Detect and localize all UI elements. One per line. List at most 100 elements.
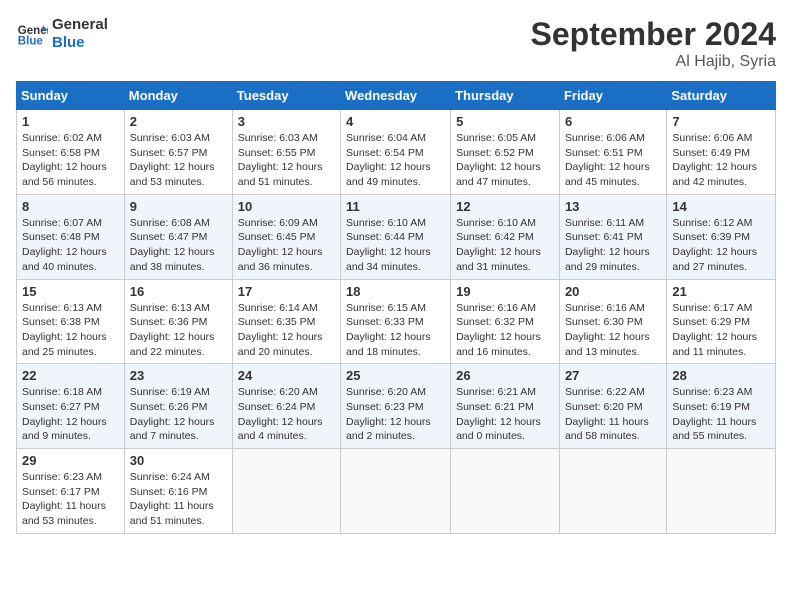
- day-number: 24: [238, 368, 335, 383]
- day-number: 14: [672, 199, 770, 214]
- calendar-cell: [341, 449, 451, 534]
- day-number: 18: [346, 284, 445, 299]
- calendar-cell: [667, 449, 776, 534]
- day-number: 25: [346, 368, 445, 383]
- day-number: 29: [22, 453, 119, 468]
- logo-icon: General Blue: [16, 18, 48, 50]
- day-info: Sunrise: 6:19 AM Sunset: 6:26 PM Dayligh…: [130, 385, 227, 444]
- week-row-2: 8 Sunrise: 6:07 AM Sunset: 6:48 PM Daylig…: [17, 194, 776, 279]
- weekday-sunday: Sunday: [17, 82, 125, 110]
- calendar-cell: 30 Sunrise: 6:24 AM Sunset: 6:16 PM Dayli…: [124, 449, 232, 534]
- day-info: Sunrise: 6:16 AM Sunset: 6:32 PM Dayligh…: [456, 301, 554, 360]
- day-info: Sunrise: 6:12 AM Sunset: 6:39 PM Dayligh…: [672, 216, 770, 275]
- day-info: Sunrise: 6:20 AM Sunset: 6:24 PM Dayligh…: [238, 385, 335, 444]
- calendar-cell: 25 Sunrise: 6:20 AM Sunset: 6:23 PM Dayli…: [341, 364, 451, 449]
- day-info: Sunrise: 6:03 AM Sunset: 6:55 PM Dayligh…: [238, 131, 335, 190]
- calendar-cell: 10 Sunrise: 6:09 AM Sunset: 6:45 PM Dayli…: [232, 194, 340, 279]
- day-number: 10: [238, 199, 335, 214]
- day-info: Sunrise: 6:14 AM Sunset: 6:35 PM Dayligh…: [238, 301, 335, 360]
- logo-blue: Blue: [52, 34, 108, 52]
- day-number: 2: [130, 114, 227, 129]
- calendar-cell: 6 Sunrise: 6:06 AM Sunset: 6:51 PM Daylig…: [559, 110, 666, 195]
- day-number: 22: [22, 368, 119, 383]
- day-info: Sunrise: 6:23 AM Sunset: 6:19 PM Dayligh…: [672, 385, 770, 444]
- calendar-cell: 27 Sunrise: 6:22 AM Sunset: 6:20 PM Dayli…: [559, 364, 666, 449]
- logo: General Blue General Blue: [16, 16, 108, 52]
- day-number: 15: [22, 284, 119, 299]
- weekday-thursday: Thursday: [451, 82, 560, 110]
- calendar-cell: 21 Sunrise: 6:17 AM Sunset: 6:29 PM Dayli…: [667, 279, 776, 364]
- day-number: 11: [346, 199, 445, 214]
- day-info: Sunrise: 6:20 AM Sunset: 6:23 PM Dayligh…: [346, 385, 445, 444]
- day-number: 16: [130, 284, 227, 299]
- day-number: 27: [565, 368, 661, 383]
- day-number: 7: [672, 114, 770, 129]
- calendar-body: 1 Sunrise: 6:02 AM Sunset: 6:58 PM Daylig…: [17, 110, 776, 534]
- day-info: Sunrise: 6:17 AM Sunset: 6:29 PM Dayligh…: [672, 301, 770, 360]
- calendar-cell: 16 Sunrise: 6:13 AM Sunset: 6:36 PM Dayli…: [124, 279, 232, 364]
- day-number: 9: [130, 199, 227, 214]
- calendar-cell: 7Sunrise: 6:06 AM Sunset: 6:49 PM Daylig…: [667, 110, 776, 195]
- day-number: 1: [22, 114, 119, 129]
- calendar-cell: 18 Sunrise: 6:15 AM Sunset: 6:33 PM Dayli…: [341, 279, 451, 364]
- calendar-cell: [559, 449, 666, 534]
- calendar-cell: 22 Sunrise: 6:18 AM Sunset: 6:27 PM Dayli…: [17, 364, 125, 449]
- day-number: 13: [565, 199, 661, 214]
- day-number: 30: [130, 453, 227, 468]
- day-info: Sunrise: 6:04 AM Sunset: 6:54 PM Dayligh…: [346, 131, 445, 190]
- calendar-cell: 19 Sunrise: 6:16 AM Sunset: 6:32 PM Dayli…: [451, 279, 560, 364]
- weekday-monday: Monday: [124, 82, 232, 110]
- day-number: 12: [456, 199, 554, 214]
- calendar-cell: 5Sunrise: 6:05 AM Sunset: 6:52 PM Daylig…: [451, 110, 560, 195]
- calendar-table: SundayMondayTuesdayWednesdayThursdayFrid…: [16, 81, 776, 534]
- week-row-5: 29 Sunrise: 6:23 AM Sunset: 6:17 PM Dayli…: [17, 449, 776, 534]
- calendar-cell: 14 Sunrise: 6:12 AM Sunset: 6:39 PM Dayli…: [667, 194, 776, 279]
- month-title: September 2024: [531, 16, 776, 53]
- calendar-cell: 2Sunrise: 6:03 AM Sunset: 6:57 PM Daylig…: [124, 110, 232, 195]
- calendar-cell: 20Sunrise: 6:16 AM Sunset: 6:30 PM Dayli…: [559, 279, 666, 364]
- day-number: 28: [672, 368, 770, 383]
- calendar-cell: 26 Sunrise: 6:21 AM Sunset: 6:21 PM Dayli…: [451, 364, 560, 449]
- calendar-cell: 4Sunrise: 6:04 AM Sunset: 6:54 PM Daylig…: [341, 110, 451, 195]
- day-info: Sunrise: 6:07 AM Sunset: 6:48 PM Dayligh…: [22, 216, 119, 275]
- day-info: Sunrise: 6:13 AM Sunset: 6:36 PM Dayligh…: [130, 301, 227, 360]
- day-info: Sunrise: 6:09 AM Sunset: 6:45 PM Dayligh…: [238, 216, 335, 275]
- week-row-1: 1 Sunrise: 6:02 AM Sunset: 6:58 PM Daylig…: [17, 110, 776, 195]
- calendar-cell: 1 Sunrise: 6:02 AM Sunset: 6:58 PM Daylig…: [17, 110, 125, 195]
- day-number: 8: [22, 199, 119, 214]
- week-row-4: 22 Sunrise: 6:18 AM Sunset: 6:27 PM Dayli…: [17, 364, 776, 449]
- calendar-cell: 12 Sunrise: 6:10 AM Sunset: 6:42 PM Dayli…: [451, 194, 560, 279]
- day-info: Sunrise: 6:23 AM Sunset: 6:17 PM Dayligh…: [22, 470, 119, 529]
- day-info: Sunrise: 6:10 AM Sunset: 6:42 PM Dayligh…: [456, 216, 554, 275]
- weekday-friday: Friday: [559, 82, 666, 110]
- day-number: 21: [672, 284, 770, 299]
- day-number: 17: [238, 284, 335, 299]
- calendar-cell: [232, 449, 340, 534]
- day-number: 20: [565, 284, 661, 299]
- calendar-cell: 28 Sunrise: 6:23 AM Sunset: 6:19 PM Dayli…: [667, 364, 776, 449]
- day-number: 6: [565, 114, 661, 129]
- day-info: Sunrise: 6:22 AM Sunset: 6:20 PM Dayligh…: [565, 385, 661, 444]
- week-row-3: 15Sunrise: 6:13 AM Sunset: 6:38 PM Dayli…: [17, 279, 776, 364]
- day-info: Sunrise: 6:11 AM Sunset: 6:41 PM Dayligh…: [565, 216, 661, 275]
- svg-text:Blue: Blue: [18, 36, 44, 48]
- calendar-cell: [451, 449, 560, 534]
- day-info: Sunrise: 6:15 AM Sunset: 6:33 PM Dayligh…: [346, 301, 445, 360]
- day-number: 19: [456, 284, 554, 299]
- calendar-cell: 13 Sunrise: 6:11 AM Sunset: 6:41 PM Dayli…: [559, 194, 666, 279]
- day-info: Sunrise: 6:10 AM Sunset: 6:44 PM Dayligh…: [346, 216, 445, 275]
- day-info: Sunrise: 6:21 AM Sunset: 6:21 PM Dayligh…: [456, 385, 554, 444]
- weekday-saturday: Saturday: [667, 82, 776, 110]
- day-info: Sunrise: 6:02 AM Sunset: 6:58 PM Dayligh…: [22, 131, 119, 190]
- header: General Blue General Blue September 2024…: [16, 16, 776, 71]
- logo-general: General: [52, 16, 108, 33]
- calendar-cell: 17 Sunrise: 6:14 AM Sunset: 6:35 PM Dayli…: [232, 279, 340, 364]
- day-info: Sunrise: 6:18 AM Sunset: 6:27 PM Dayligh…: [22, 385, 119, 444]
- day-info: Sunrise: 6:08 AM Sunset: 6:47 PM Dayligh…: [130, 216, 227, 275]
- day-info: Sunrise: 6:06 AM Sunset: 6:51 PM Dayligh…: [565, 131, 661, 190]
- day-info: Sunrise: 6:24 AM Sunset: 6:16 PM Dayligh…: [130, 470, 227, 529]
- day-number: 26: [456, 368, 554, 383]
- day-number: 23: [130, 368, 227, 383]
- calendar-cell: 29 Sunrise: 6:23 AM Sunset: 6:17 PM Dayli…: [17, 449, 125, 534]
- weekday-tuesday: Tuesday: [232, 82, 340, 110]
